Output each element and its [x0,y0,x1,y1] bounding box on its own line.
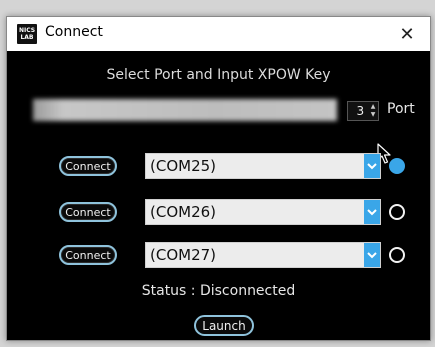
port-select-value[interactable]: (COM25) [150,157,216,175]
app-logo-icon: NICS LAB [17,24,37,44]
port-count-spinner[interactable]: 3 ▲ ▼ [347,101,379,121]
port-row-1: Connect (COM25) [7,153,430,181]
chevron-down-icon[interactable] [364,154,380,178]
port-radio-3[interactable] [389,247,405,263]
launch-button[interactable]: Launch [194,315,254,336]
port-select-1[interactable]: (COM25) [145,153,381,179]
dialog-content: Select Port and Input XPOW Key 3 ▲ ▼ Por… [7,51,430,340]
app-logo-line-2: LAB [20,34,34,41]
close-icon[interactable]: ✕ [399,24,414,45]
close-button[interactable]: ✕ [384,17,430,51]
port-select-value[interactable]: (COM27) [150,246,216,264]
port-row-3: Connect (COM27) [7,242,430,270]
port-select-3[interactable]: (COM27) [145,242,381,268]
spinner-up-icon[interactable]: ▲ [371,103,376,111]
spinner-arrows[interactable]: ▲ ▼ [368,103,378,119]
connect-button-com26[interactable]: Connect [59,202,117,222]
instructions-heading: Select Port and Input XPOW Key [106,67,331,83]
app-logo-line-1: NICS [18,27,36,34]
port-label: Port [387,101,415,117]
title-bar: NICS LAB Connect ✕ [7,17,430,51]
port-count-value[interactable]: 3 [348,104,366,118]
port-select-2[interactable]: (COM26) [145,199,381,225]
connect-button-com25[interactable]: Connect [59,156,117,176]
port-select-value[interactable]: (COM26) [150,203,216,221]
chevron-down-icon[interactable] [364,243,380,267]
window-title: Connect [45,24,103,40]
port-radio-2[interactable] [389,204,405,220]
chevron-down-icon[interactable] [364,200,380,224]
connect-button-com27[interactable]: Connect [59,245,117,265]
spinner-down-icon[interactable]: ▼ [371,111,376,119]
connect-dialog: NICS LAB Connect ✕ Select Port and Input… [6,16,431,341]
port-radio-1[interactable] [389,158,405,174]
port-row-2: Connect (COM26) [7,199,430,227]
connection-status: Status : Disconnected [141,283,296,299]
xpow-key-input[interactable] [33,99,337,121]
